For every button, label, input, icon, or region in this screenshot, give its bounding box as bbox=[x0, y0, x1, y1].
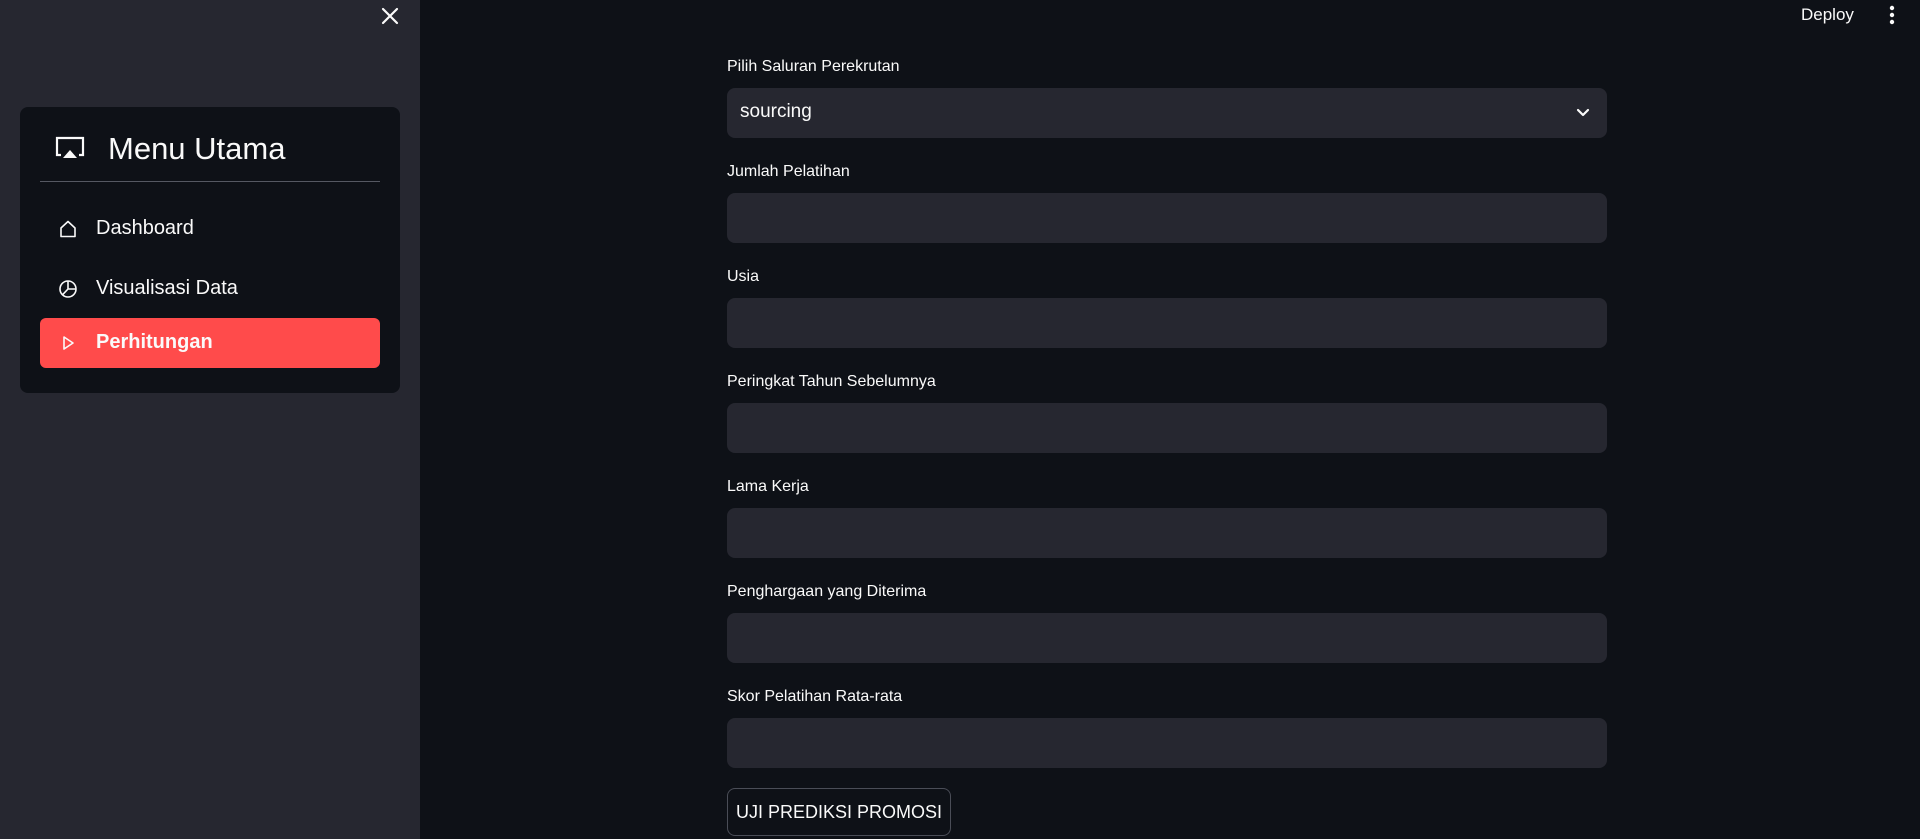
close-icon bbox=[381, 7, 399, 25]
main-menu-button[interactable] bbox=[1880, 3, 1904, 27]
menu-item-dashboard[interactable]: Dashboard bbox=[40, 204, 380, 254]
awards-label: Penghargaan yang Diterima bbox=[727, 583, 927, 600]
menu-item-label: Perhitungan bbox=[96, 331, 213, 353]
menu-header: Menu Utama bbox=[20, 107, 400, 181]
avg-score-label: Skor Pelatihan Rata-rata bbox=[727, 688, 903, 705]
training-count-input[interactable] bbox=[727, 193, 1607, 243]
menu-divider bbox=[40, 181, 380, 182]
menu-item-label: Dashboard bbox=[96, 217, 194, 239]
predict-promotion-button[interactable]: UJI PREDIKSI PROMOSI bbox=[727, 788, 951, 836]
previous-rating-label: Peringkat Tahun Sebelumnya bbox=[727, 373, 936, 390]
kebab-menu-icon bbox=[1889, 5, 1895, 25]
close-sidebar-button[interactable] bbox=[378, 4, 402, 28]
sidebar: Menu Utama Dashboard Visualisasi Data Pe… bbox=[0, 0, 420, 839]
menu-item-perhitungan[interactable]: Perhitungan bbox=[40, 318, 380, 368]
chevron-down-icon bbox=[1576, 108, 1590, 117]
age-input[interactable] bbox=[727, 298, 1607, 348]
main-menu: Menu Utama Dashboard Visualisasi Data Pe… bbox=[20, 107, 400, 393]
awards-input[interactable] bbox=[727, 613, 1607, 663]
recruitment-channel-select[interactable]: sourcing bbox=[727, 88, 1607, 138]
tenure-input[interactable] bbox=[727, 508, 1607, 558]
avg-training-score-input[interactable] bbox=[727, 718, 1607, 768]
app-root: Menu Utama Dashboard Visualisasi Data Pe… bbox=[0, 0, 1920, 839]
trainings-label: Jumlah Pelatihan bbox=[727, 163, 850, 180]
channel-label: Pilih Saluran Perekrutan bbox=[727, 58, 900, 75]
cast-screen-icon bbox=[55, 136, 85, 158]
age-label: Usia bbox=[727, 268, 760, 285]
menu-title: Menu Utama bbox=[108, 131, 286, 166]
play-icon bbox=[63, 336, 74, 350]
select-value: sourcing bbox=[740, 101, 812, 122]
previous-rating-input[interactable] bbox=[727, 403, 1607, 453]
tenure-label: Lama Kerja bbox=[727, 478, 809, 495]
pie-chart-icon bbox=[59, 280, 77, 298]
home-icon bbox=[60, 220, 76, 238]
menu-item-label: Visualisasi Data bbox=[96, 277, 238, 299]
deploy-button[interactable]: Deploy bbox=[1795, 3, 1860, 27]
menu-item-visualisasi-data[interactable]: Visualisasi Data bbox=[40, 264, 380, 314]
